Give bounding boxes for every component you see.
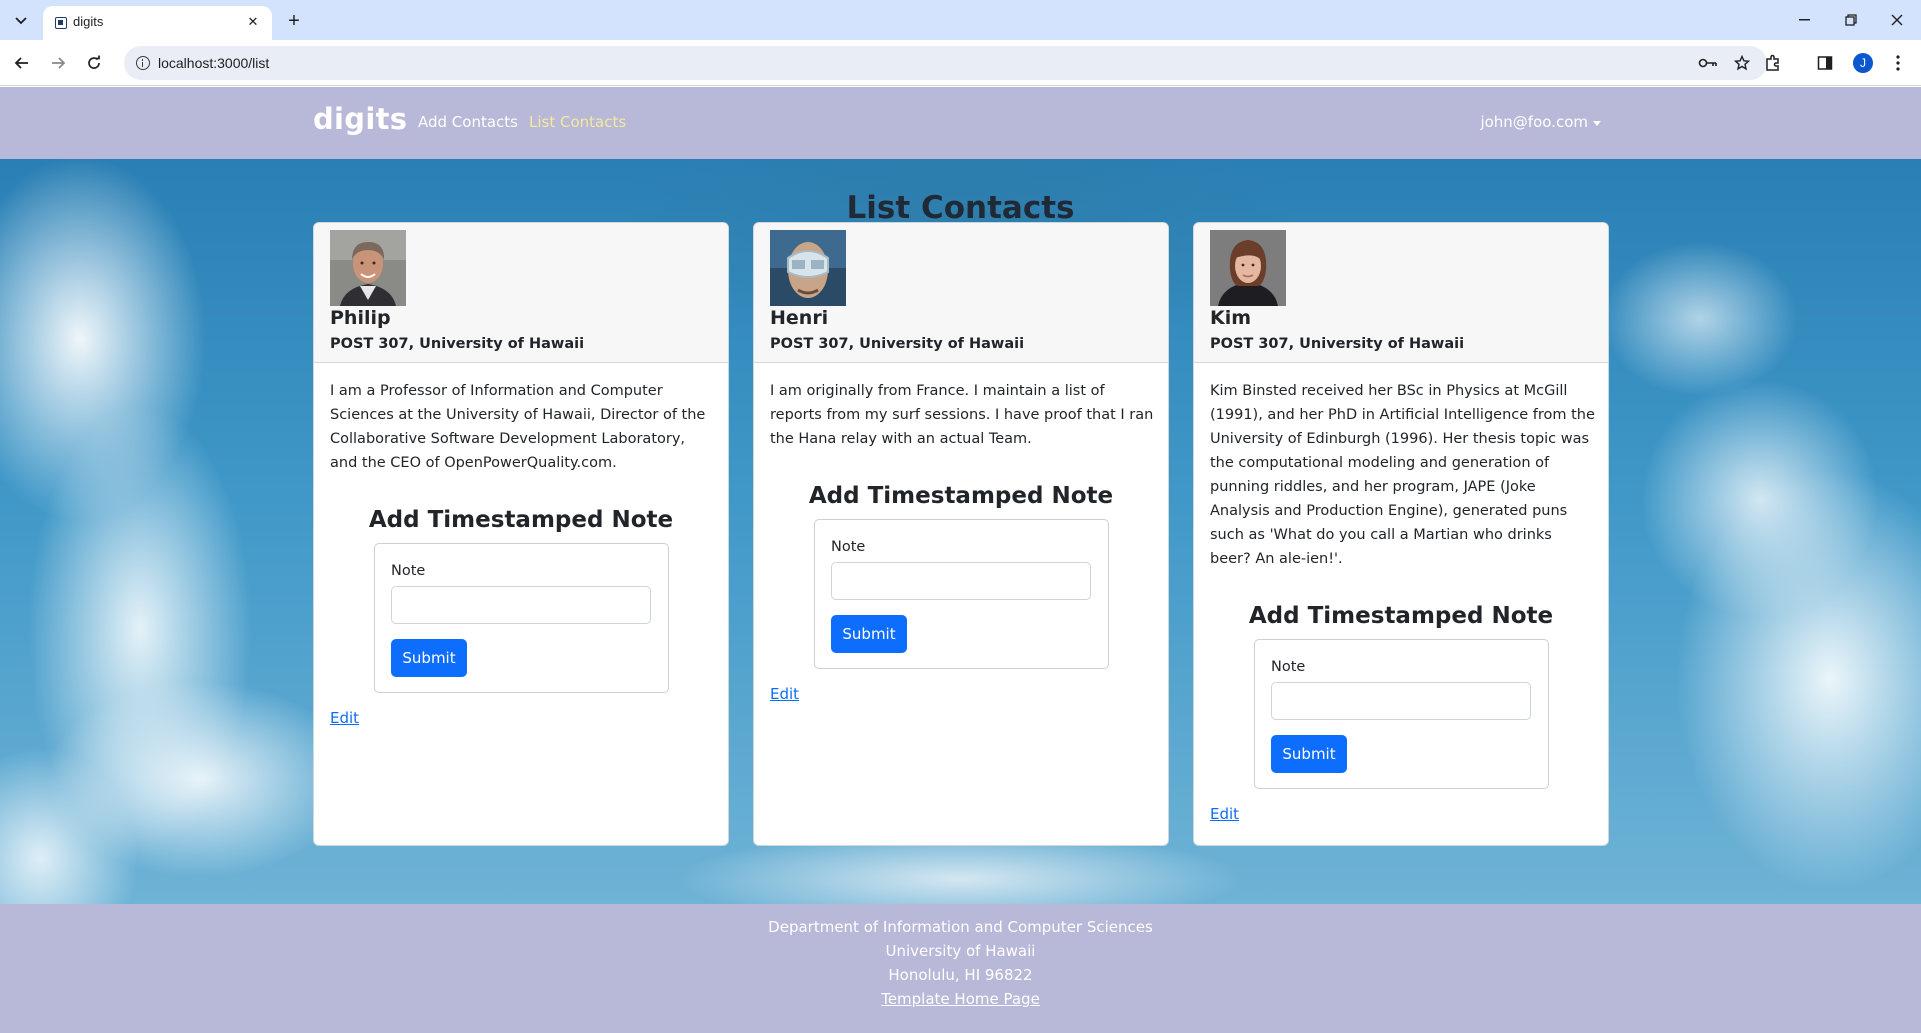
- edit-link[interactable]: Edit: [770, 685, 799, 703]
- contact-photo: [330, 230, 406, 306]
- contact-description: I am originally from France. I maintain …: [770, 383, 1154, 447]
- page-title: List Contacts: [846, 190, 1075, 226]
- contact-card: Philip POST 307, University of Hawaii I …: [313, 222, 729, 846]
- app-navbar: digits Add Contacts List Contacts john@f…: [0, 87, 1921, 159]
- side-panel-button[interactable]: [1813, 51, 1837, 75]
- browser-tab[interactable]: digits ✕: [43, 6, 272, 40]
- reload-button[interactable]: [82, 51, 106, 75]
- note-label: Note: [1271, 659, 1306, 675]
- contact-address: POST 307, University of Hawaii: [330, 336, 585, 352]
- brand-logo[interactable]: digits: [313, 102, 407, 136]
- browser-tab-bar: digits ✕ +: [0, 0, 1921, 40]
- edit-link[interactable]: Edit: [330, 709, 359, 727]
- bookmark-button[interactable]: [1731, 52, 1753, 74]
- menu-button[interactable]: [1886, 51, 1910, 75]
- close-tab-button[interactable]: ✕: [244, 13, 262, 31]
- favicon-icon: [55, 17, 67, 29]
- footer: Department of Information and Computer S…: [0, 904, 1921, 1033]
- footer-location: Honolulu, HI 96822: [888, 966, 1033, 984]
- contact-name: Kim: [1210, 307, 1252, 329]
- star-icon: [1734, 55, 1750, 71]
- site-info-icon[interactable]: [136, 56, 150, 70]
- contact-description: Kim Binsted received her BSc in Physics …: [1210, 383, 1595, 567]
- reload-icon: [88, 55, 100, 69]
- key-icon: [1698, 58, 1717, 68]
- user-dropdown[interactable]: john@foo.com: [1480, 113, 1601, 131]
- note-input[interactable]: [391, 586, 651, 624]
- footer-university: University of Hawaii: [885, 942, 1036, 960]
- tab-search-button[interactable]: [10, 10, 32, 32]
- arrow-right-icon: [52, 57, 66, 69]
- contact-name: Philip: [330, 307, 391, 329]
- note-form: Note Submit: [1254, 639, 1549, 789]
- add-note-heading: Add Timestamped Note: [368, 507, 674, 533]
- side-panel-icon: [1817, 56, 1833, 70]
- nav-add-contacts[interactable]: Add Contacts: [418, 113, 518, 131]
- card-header: Kim POST 307, University of Hawaii: [1194, 223, 1608, 363]
- close-window-button[interactable]: [1885, 8, 1909, 32]
- password-key-button[interactable]: [1697, 52, 1719, 74]
- contact-name: Henri: [770, 307, 829, 329]
- submit-button[interactable]: Submit: [391, 639, 467, 677]
- template-home-link[interactable]: Template Home Page: [881, 990, 1040, 1008]
- restore-icon: [1845, 14, 1857, 26]
- kebab-menu-icon: [1896, 55, 1900, 71]
- contact-photo: [770, 230, 846, 306]
- extensions-button[interactable]: [1761, 51, 1785, 75]
- user-email: john@foo.com: [1480, 113, 1588, 131]
- note-label: Note: [391, 563, 426, 579]
- contact-address: POST 307, University of Hawaii: [1210, 336, 1465, 352]
- caret-down-icon: [1593, 120, 1601, 126]
- contact-description: I am a Professor of Information and Comp…: [330, 383, 706, 471]
- minimize-icon: [1799, 19, 1810, 21]
- note-input[interactable]: [1271, 682, 1531, 720]
- address-bar[interactable]: localhost:3000/list: [124, 46, 1767, 80]
- nav-list-contacts[interactable]: List Contacts: [529, 113, 626, 131]
- minimize-button[interactable]: [1793, 8, 1817, 32]
- restore-button[interactable]: [1839, 8, 1863, 32]
- note-form: Note Submit: [814, 519, 1109, 669]
- contact-card: Henri POST 307, University of Hawaii I a…: [753, 222, 1169, 846]
- footer-link-row: Template Home Page: [0, 990, 1921, 1008]
- arrow-left-icon: [14, 57, 28, 69]
- puzzle-icon: [1766, 54, 1779, 71]
- card-header: Philip POST 307, University of Hawaii: [314, 223, 728, 363]
- note-label: Note: [831, 539, 866, 555]
- tab-title: digits: [73, 14, 104, 29]
- back-button[interactable]: [10, 51, 34, 75]
- note-form: Note Submit: [374, 543, 669, 693]
- browser-toolbar: localhost:3000/list J: [0, 40, 1921, 86]
- forward-button[interactable]: [46, 51, 70, 75]
- web-page: digits Add Contacts List Contacts john@f…: [0, 87, 1921, 1033]
- url-text[interactable]: localhost:3000/list: [158, 55, 269, 71]
- contact-photo: [1210, 230, 1286, 306]
- edit-link[interactable]: Edit: [1210, 805, 1239, 823]
- profile-button[interactable]: J: [1851, 51, 1875, 75]
- add-note-heading: Add Timestamped Note: [808, 483, 1114, 509]
- contact-address: POST 307, University of Hawaii: [770, 336, 1025, 352]
- submit-button[interactable]: Submit: [831, 615, 907, 653]
- close-icon: [1891, 14, 1903, 26]
- chevron-down-icon: [15, 17, 27, 25]
- note-input[interactable]: [831, 562, 1091, 600]
- profile-avatar: J: [1853, 53, 1873, 73]
- submit-button[interactable]: Submit: [1271, 735, 1347, 773]
- contact-card: Kim POST 307, University of Hawaii Kim B…: [1193, 222, 1609, 846]
- add-note-heading: Add Timestamped Note: [1248, 603, 1554, 629]
- card-header: Henri POST 307, University of Hawaii: [754, 223, 1168, 363]
- footer-department: Department of Information and Computer S…: [768, 918, 1153, 936]
- new-tab-button[interactable]: +: [282, 9, 306, 33]
